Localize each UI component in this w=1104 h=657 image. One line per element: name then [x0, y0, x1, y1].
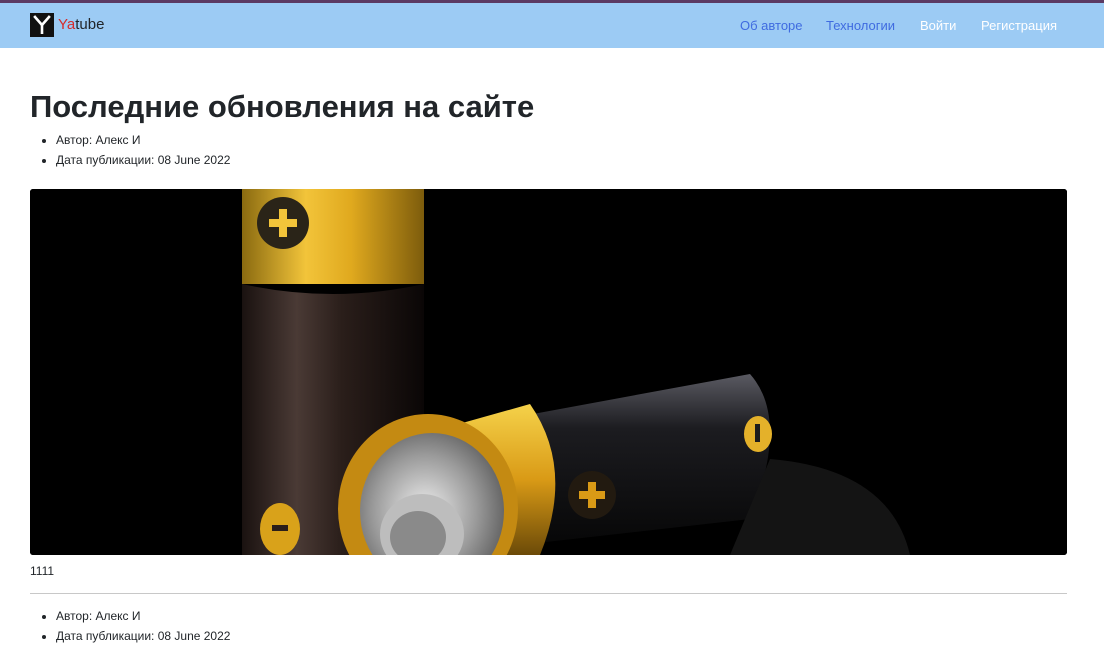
post-divider — [30, 593, 1067, 594]
nav-login-link[interactable]: Войти — [920, 3, 956, 48]
page-title: Последние обновления на сайте — [30, 89, 535, 124]
post-author: Автор: Алекс И — [56, 607, 230, 627]
nav-signup-link[interactable]: Регистрация — [981, 3, 1057, 48]
post-meta-list: Автор: Алекс И Дата публикации: 08 June … — [56, 131, 230, 170]
nav-about-link[interactable]: Об авторе — [740, 3, 803, 48]
brand-logo-link[interactable]: Yatube — [30, 13, 104, 37]
brand-name-rest: tube — [75, 16, 105, 33]
post-date: Дата публикации: 08 June 2022 — [56, 627, 230, 647]
nav-technologies-link[interactable]: Технологии — [826, 3, 895, 48]
post-author: Автор: Алекс И — [56, 131, 230, 151]
post-text: 1111 — [30, 564, 55, 578]
batteries-image — [30, 189, 1067, 555]
yatube-logo-icon — [30, 13, 54, 37]
post-date: Дата публикации: 08 June 2022 — [56, 151, 230, 171]
post-meta-list: Автор: Алекс И Дата публикации: 08 June … — [56, 607, 230, 646]
brand-name: Yatube — [58, 13, 104, 37]
brand-name-accent: Ya — [58, 16, 76, 33]
